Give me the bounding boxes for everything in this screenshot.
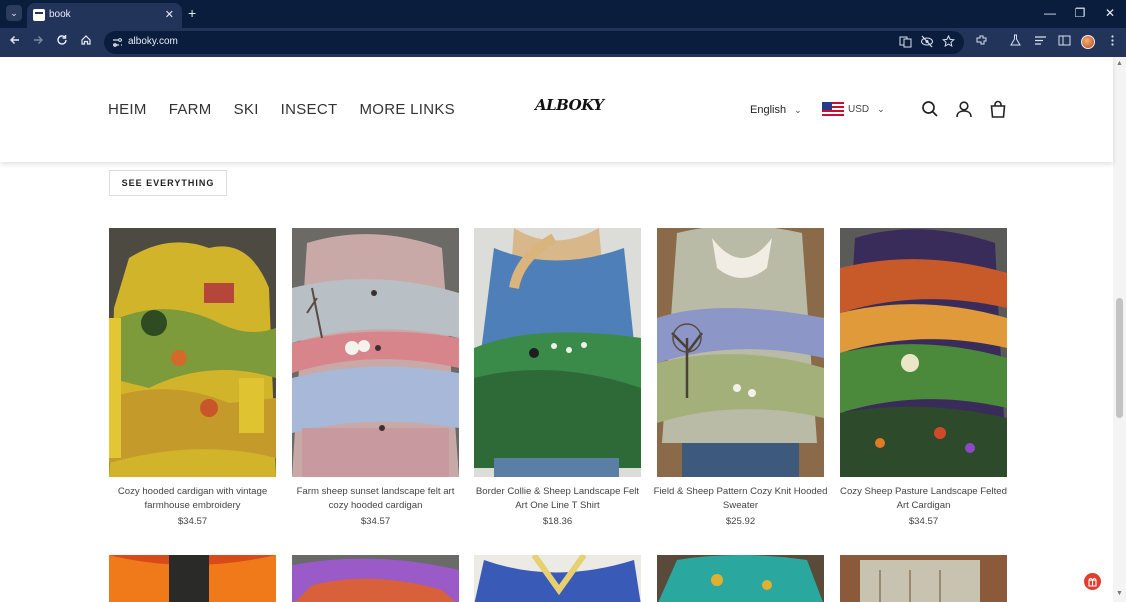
bag-icon[interactable] bbox=[989, 100, 1007, 118]
maximize-button[interactable]: ❐ bbox=[1073, 6, 1087, 20]
tab-search-button[interactable]: ⌄ bbox=[6, 5, 22, 21]
product-image[interactable] bbox=[657, 555, 824, 602]
minimize-button[interactable]: — bbox=[1043, 6, 1057, 20]
product-name[interactable]: Farm sheep sunset landscape felt art coz… bbox=[288, 485, 463, 513]
product-image[interactable] bbox=[109, 228, 276, 477]
product-image[interactable] bbox=[657, 228, 824, 477]
gift-icon bbox=[1088, 577, 1097, 587]
product-image[interactable] bbox=[109, 555, 276, 602]
browser-toolbar: alboky.com bbox=[0, 28, 1126, 57]
browser-tab[interactable]: book ✕ bbox=[27, 3, 182, 28]
extensions-icon[interactable] bbox=[973, 34, 989, 50]
url-text: alboky.com bbox=[128, 36, 178, 47]
see-everything-button[interactable]: SEE EVERYTHING bbox=[109, 170, 227, 196]
currency-label: USD bbox=[848, 104, 870, 115]
forward-arrow-icon[interactable] bbox=[30, 34, 46, 50]
product-price: $18.36 bbox=[542, 516, 573, 527]
profile-avatar[interactable] bbox=[1081, 35, 1095, 49]
product-image[interactable] bbox=[474, 555, 641, 602]
scroll-up-arrow-icon[interactable]: ▲ bbox=[1116, 60, 1123, 67]
product-image[interactable] bbox=[292, 228, 459, 477]
product-image[interactable] bbox=[840, 228, 1007, 477]
address-bar[interactable]: alboky.com bbox=[104, 31, 964, 54]
product-image[interactable] bbox=[840, 555, 1007, 602]
menu-item-heim[interactable]: HEIM bbox=[108, 101, 147, 118]
site-info-icon[interactable] bbox=[111, 36, 124, 49]
user-icon[interactable] bbox=[955, 100, 973, 118]
product-grid: Cozy hooded cardigan with vintage farmho… bbox=[109, 228, 1007, 528]
chevron-down-icon: ⌄ bbox=[877, 104, 885, 114]
product-image[interactable] bbox=[292, 555, 459, 602]
side-panel-icon[interactable] bbox=[1056, 34, 1072, 50]
close-window-button[interactable]: ✕ bbox=[1103, 6, 1117, 20]
tab-favicon-icon bbox=[33, 9, 45, 21]
product-grid-row-2 bbox=[109, 555, 1007, 602]
tab-title: book bbox=[49, 9, 71, 20]
browser-tab-strip: ⌄ book ✕ + — ❐ ✕ bbox=[0, 0, 1126, 28]
product-image[interactable] bbox=[474, 228, 641, 477]
page-scrollbar[interactable]: ▲ ▼ bbox=[1113, 57, 1126, 602]
product-name[interactable]: Cozy Sheep Pasture Landscape Felted Art … bbox=[836, 485, 1011, 513]
back-arrow-icon[interactable] bbox=[7, 34, 23, 50]
product-price: $34.57 bbox=[360, 516, 391, 527]
product-name[interactable]: Border Collie & Sheep Landscape Felt Art… bbox=[470, 485, 645, 513]
language-label: English bbox=[750, 104, 787, 116]
product-price: $25.92 bbox=[725, 516, 756, 527]
page-viewport: HEIM FARM SKI INSECT MORE LINKS ALBOKY E… bbox=[0, 57, 1126, 602]
main-menu: HEIM FARM SKI INSECT MORE LINKS bbox=[108, 101, 477, 118]
floating-widget-button[interactable] bbox=[1084, 573, 1101, 590]
translate-icon[interactable] bbox=[898, 35, 912, 49]
menu-item-insect[interactable]: INSECT bbox=[281, 101, 338, 118]
product-price: $34.57 bbox=[177, 516, 208, 527]
scroll-down-arrow-icon[interactable]: ▼ bbox=[1116, 590, 1123, 597]
browser-menu-icon[interactable] bbox=[1104, 34, 1120, 50]
lab-flask-icon[interactable] bbox=[1007, 34, 1023, 50]
new-tab-button[interactable]: + bbox=[188, 6, 196, 20]
reading-list-icon[interactable] bbox=[1032, 34, 1048, 50]
site-logo[interactable]: ALBOKY bbox=[535, 96, 604, 114]
site-header: HEIM FARM SKI INSECT MORE LINKS ALBOKY E… bbox=[0, 57, 1113, 162]
home-icon[interactable] bbox=[78, 34, 94, 50]
menu-item-farm[interactable]: FARM bbox=[169, 101, 212, 118]
eye-off-icon[interactable] bbox=[920, 35, 934, 49]
product-name[interactable]: Field & Sheep Pattern Cozy Knit Hooded S… bbox=[653, 485, 828, 513]
search-icon[interactable] bbox=[921, 100, 939, 118]
bookmark-star-icon[interactable] bbox=[941, 34, 955, 49]
menu-item-more-links[interactable]: MORE LINKS bbox=[359, 101, 455, 118]
reload-icon[interactable] bbox=[54, 34, 70, 50]
scrollbar-thumb[interactable] bbox=[1116, 298, 1123, 418]
product-price: $34.57 bbox=[908, 516, 939, 527]
us-flag-icon[interactable] bbox=[822, 102, 844, 116]
product-name[interactable]: Cozy hooded cardigan with vintage farmho… bbox=[105, 485, 280, 513]
tab-close-icon[interactable]: ✕ bbox=[165, 8, 174, 22]
language-selector[interactable]: English ⌄ bbox=[750, 104, 802, 116]
menu-item-ski[interactable]: SKI bbox=[234, 101, 259, 118]
currency-selector[interactable]: USD ⌄ bbox=[848, 104, 885, 115]
chevron-down-icon: ⌄ bbox=[794, 105, 802, 115]
